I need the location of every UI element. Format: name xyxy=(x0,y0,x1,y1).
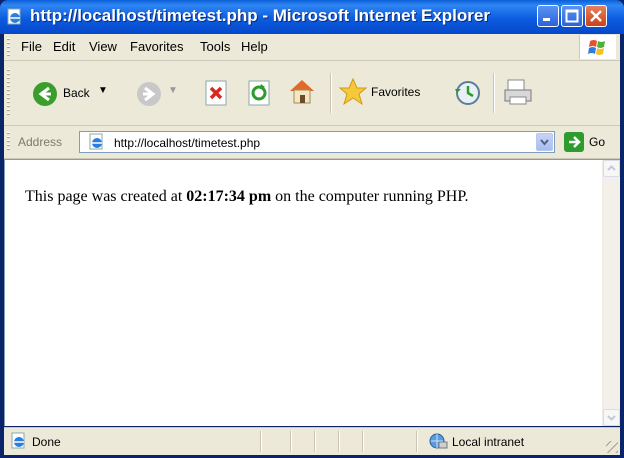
maximize-icon xyxy=(565,9,579,23)
address-bar: Address http://localhost/timetest.php Go xyxy=(4,126,620,159)
menu-bar: File Edit View Favorites Tools Help xyxy=(4,34,620,61)
home-button[interactable] xyxy=(287,77,317,107)
globe-icon xyxy=(429,433,448,449)
title-bar[interactable]: http://localhost/timetest.php - Microsof… xyxy=(0,0,624,34)
status-pane-divider xyxy=(260,431,261,452)
status-bar: Done Local intranet xyxy=(4,427,620,455)
address-url: http://localhost/timetest.php xyxy=(114,136,261,150)
history-icon xyxy=(455,81,480,105)
status-pane-divider xyxy=(290,431,291,452)
status-pane-divider xyxy=(338,431,339,452)
toolbar-separator xyxy=(330,73,331,113)
menu-view[interactable]: View xyxy=(89,39,117,54)
status-pane-divider xyxy=(314,431,315,452)
menu-help[interactable]: Help xyxy=(241,39,268,54)
page-content[interactable]: This page was created at 02:17:34 pm on … xyxy=(4,159,620,426)
window-title: http://localhost/timetest.php - Microsof… xyxy=(30,6,490,25)
vertical-scrollbar[interactable] xyxy=(602,160,620,426)
ie-page-icon xyxy=(7,8,21,25)
scroll-up-button[interactable] xyxy=(603,160,620,177)
page-paragraph: This page was created at 02:17:34 pm on … xyxy=(25,188,468,206)
standard-toolbar: Back ▼ ▼ Favorites xyxy=(4,61,620,126)
chevron-down-icon xyxy=(540,139,549,146)
menu-edit[interactable]: Edit xyxy=(53,39,75,54)
menu-tools[interactable]: Tools xyxy=(200,39,230,54)
back-button[interactable]: Back ▼ xyxy=(32,81,112,107)
address-input[interactable]: http://localhost/timetest.php xyxy=(79,131,555,153)
toolbar-grip[interactable] xyxy=(7,38,10,56)
page-text-after: on the computer running PHP. xyxy=(271,188,469,205)
stop-icon xyxy=(205,80,227,106)
minimize-button[interactable] xyxy=(537,5,559,27)
security-zone-label: Local intranet xyxy=(452,435,525,449)
mail-button[interactable] xyxy=(502,77,534,107)
scroll-down-button[interactable] xyxy=(603,409,620,426)
forward-button[interactable]: ▼ xyxy=(136,81,178,107)
go-label: Go xyxy=(589,135,606,149)
menu-file[interactable]: File xyxy=(21,39,42,54)
ie-window: http://localhost/timetest.php - Microsof… xyxy=(0,0,624,458)
page-text-before: This page was created at xyxy=(25,188,187,205)
status-pane-divider xyxy=(416,431,417,452)
chevron-down-icon xyxy=(607,415,616,421)
chevron-up-icon xyxy=(607,165,616,171)
address-dropdown-button[interactable] xyxy=(536,133,553,151)
status-pane-divider xyxy=(362,431,363,452)
toolbar-separator xyxy=(493,73,494,113)
ie-page-icon xyxy=(89,133,103,150)
back-label: Back xyxy=(63,86,90,100)
star-icon xyxy=(338,77,368,106)
mail-print-icon xyxy=(504,79,532,105)
go-button[interactable]: Go xyxy=(564,131,614,153)
minimize-icon xyxy=(543,18,550,21)
forward-arrow-icon xyxy=(137,82,161,106)
home-icon xyxy=(290,80,314,104)
favorites-label: Favorites xyxy=(371,85,421,99)
windows-flag-icon xyxy=(588,40,605,55)
windows-logo xyxy=(579,35,616,59)
toolbar-grip[interactable] xyxy=(7,132,10,152)
refresh-button[interactable] xyxy=(247,79,273,107)
back-arrow-icon xyxy=(33,82,57,106)
resize-grip[interactable] xyxy=(606,441,618,453)
status-text: Done xyxy=(32,435,61,449)
maximize-button[interactable] xyxy=(561,5,583,27)
go-arrow-icon xyxy=(564,132,584,152)
history-button[interactable] xyxy=(454,79,482,107)
close-icon xyxy=(590,10,602,22)
address-label: Address xyxy=(18,135,63,149)
refresh-icon xyxy=(248,80,270,106)
back-dropdown-icon[interactable]: ▼ xyxy=(98,85,108,96)
created-time: 02:17:34 pm xyxy=(186,188,272,205)
close-button[interactable] xyxy=(585,5,607,27)
favorites-button[interactable]: Favorites xyxy=(338,77,438,107)
stop-button[interactable] xyxy=(204,79,230,107)
forward-dropdown-icon[interactable]: ▼ xyxy=(168,85,178,96)
toolbar-grip[interactable] xyxy=(7,69,10,117)
ie-page-icon xyxy=(11,432,25,449)
menu-favorites[interactable]: Favorites xyxy=(130,39,183,54)
